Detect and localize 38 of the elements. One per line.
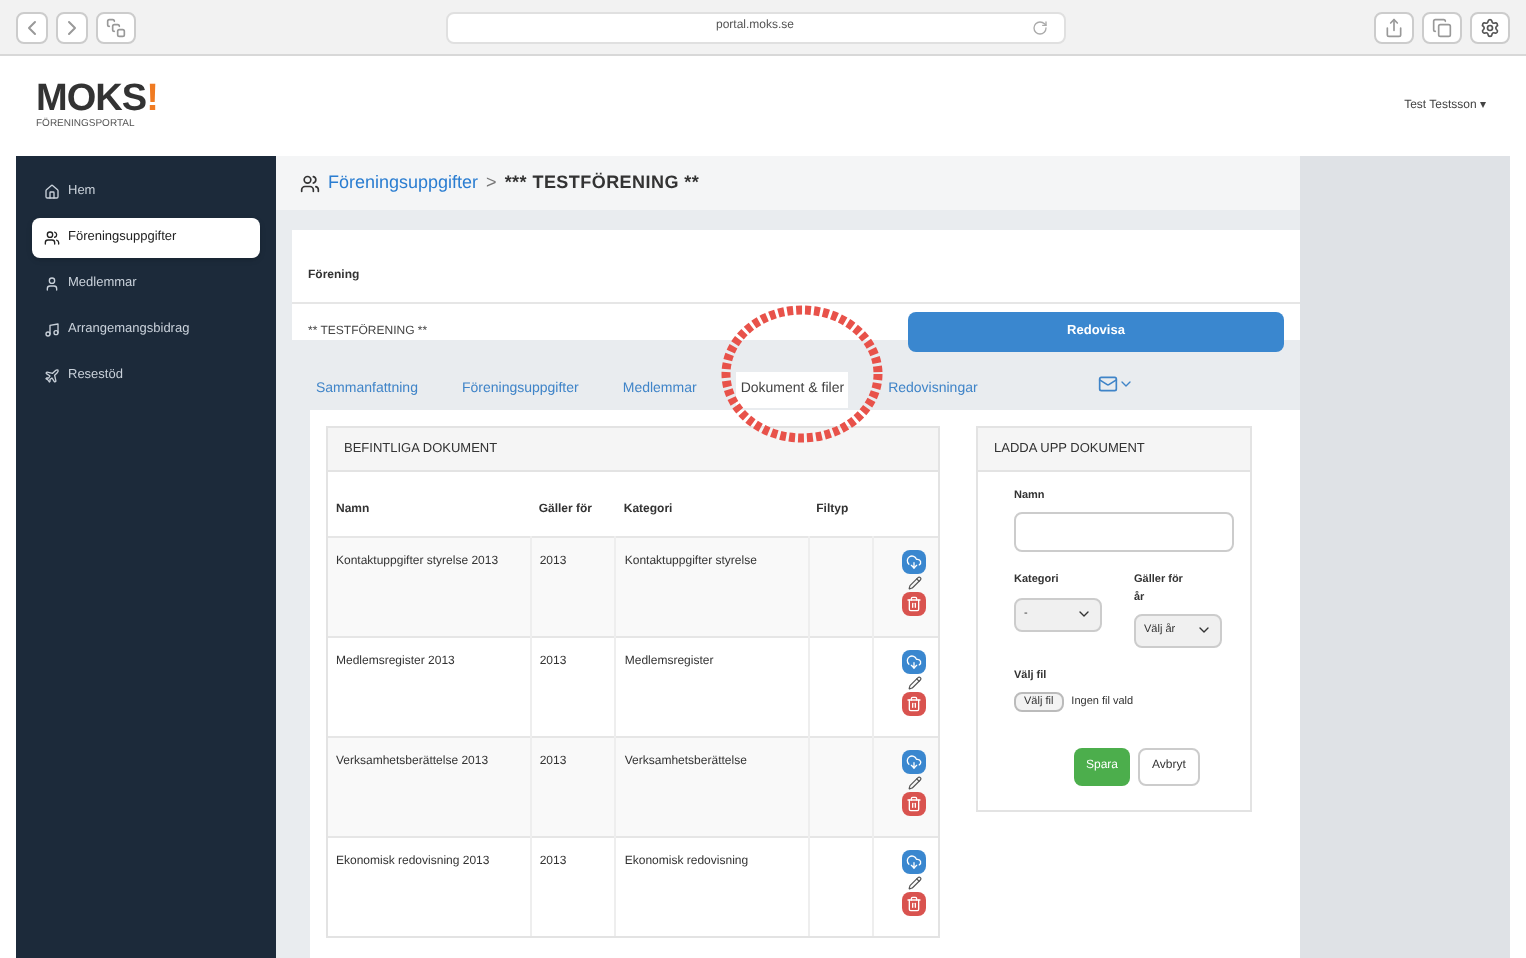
home-icon (44, 184, 60, 200)
settings-button[interactable] (1470, 11, 1510, 43)
delete-button[interactable] (902, 791, 926, 815)
forward-button[interactable] (56, 11, 88, 43)
breadcrumb-link[interactable]: Föreningsuppgifter (328, 169, 479, 197)
share-icon (1384, 17, 1404, 37)
settings-icon (1480, 17, 1500, 37)
edit-icon[interactable] (908, 875, 922, 889)
caret-icon (1117, 376, 1134, 392)
download-button[interactable] (902, 749, 926, 773)
delete-button[interactable] (902, 691, 926, 715)
caret-icon (1076, 606, 1092, 622)
sidebar-icon (106, 17, 126, 37)
share-button[interactable] (1374, 11, 1414, 43)
edit-icon[interactable] (908, 775, 922, 789)
logo-text: MOKS (36, 80, 147, 119)
mail-icon (1097, 374, 1118, 394)
music-icon (44, 322, 60, 338)
user-icon (44, 276, 60, 292)
edit-icon[interactable] (908, 575, 922, 589)
breadcrumb-separator: > (486, 169, 497, 196)
breadcrumb-current: *** TESTFÖRENING ** (504, 169, 700, 196)
download-button[interactable] (902, 649, 926, 673)
group-icon (44, 230, 60, 246)
tabs-icon (1432, 17, 1452, 37)
back-button[interactable] (16, 11, 48, 43)
delete-button[interactable] (902, 891, 926, 915)
download-button[interactable] (902, 549, 926, 573)
logo-mark: ! (146, 80, 159, 119)
download-button[interactable] (902, 849, 926, 873)
reload-icon[interactable] (1031, 19, 1047, 35)
plane-icon (44, 368, 60, 384)
sidebar-toggle-button[interactable] (96, 11, 136, 43)
name-field[interactable] (1014, 512, 1234, 553)
delete-button[interactable] (902, 591, 926, 615)
edit-icon[interactable] (908, 675, 922, 689)
group-icon (300, 173, 320, 193)
mail-dropdown[interactable] (1097, 374, 1134, 394)
